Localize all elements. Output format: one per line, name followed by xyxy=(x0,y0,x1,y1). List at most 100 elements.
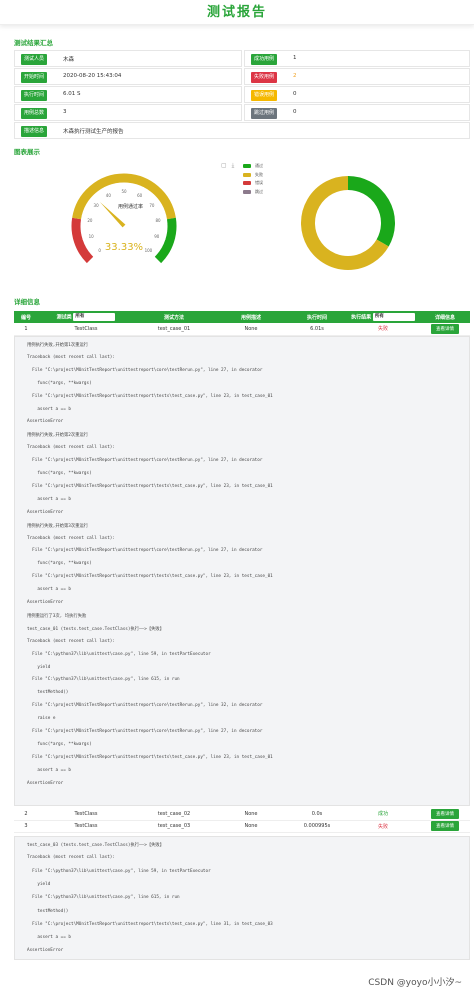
legend-item[interactable]: 错误 xyxy=(243,179,263,188)
log-line: test_case_03 (tests.test_case.TestClass)… xyxy=(27,843,165,848)
log-line: assert a == b xyxy=(27,496,71,502)
result-filter-select[interactable]: 所有 xyxy=(372,313,415,321)
col-result-label: 执行结果 xyxy=(351,314,372,321)
gauge-tick xyxy=(91,197,94,200)
gauge-tick xyxy=(88,200,94,204)
tester-value: 木森 xyxy=(63,57,75,63)
gauge-title: 用例通过率 xyxy=(118,203,143,210)
class-filter-select[interactable]: 所有 xyxy=(73,313,116,321)
view-details-button[interactable]: 查看详情 xyxy=(431,808,459,819)
skip-row: 跳过用例 0 xyxy=(244,104,470,121)
col-desc: 用例描述 xyxy=(214,311,288,323)
tester-label: 测试人员 xyxy=(21,54,48,65)
gauge-tick-label: 40 xyxy=(106,193,112,198)
log-line: File "C:\project\MUnitTestReport\unittes… xyxy=(27,393,273,399)
gauge-tick xyxy=(159,245,163,248)
gauge-tick xyxy=(83,211,86,213)
gauge-tick-label: 20 xyxy=(87,218,93,223)
gauge-tick xyxy=(107,185,110,188)
row-result: 成功 xyxy=(346,808,420,821)
gauge-tick xyxy=(161,207,164,209)
log-line: testMethod() xyxy=(27,908,69,914)
gauge-tick xyxy=(94,194,97,197)
col-method: 测试方法 xyxy=(134,311,214,323)
view-details-button[interactable]: 查看详情 xyxy=(431,323,459,334)
skip-value: 0 xyxy=(293,109,297,115)
donut-slice-通过[interactable] xyxy=(347,176,395,247)
gauge-tick xyxy=(80,218,87,221)
skip-label: 跳过用例 xyxy=(251,108,278,119)
legend-item[interactable]: 失败 xyxy=(243,171,263,180)
log-line: Traceback (most recent call last): xyxy=(27,354,115,360)
log-line: File "C:\python37\lib\unittest\case.py",… xyxy=(27,895,180,901)
row-no: 3 xyxy=(14,820,38,833)
gauge-tick xyxy=(163,234,167,236)
row-desc: None xyxy=(214,820,288,833)
row-time: 6.01s xyxy=(288,323,346,336)
restore-icon[interactable]: ▢ xyxy=(221,162,227,169)
gauge-tick xyxy=(163,214,167,216)
log-line: AssertionError xyxy=(27,780,64,786)
log-line: yield xyxy=(27,881,51,887)
report-header: 测试报告 xyxy=(0,0,474,25)
row-time: 0.000995s xyxy=(288,820,346,833)
fail-value: 2 xyxy=(293,73,297,79)
row-class: TestClass xyxy=(38,323,134,336)
download-icon[interactable]: ⤓ xyxy=(232,162,235,169)
row-result: 失败 xyxy=(346,820,420,833)
log-line: yield xyxy=(27,664,51,670)
gauge-tick xyxy=(162,211,165,213)
log-line: 用例执行失败,开始第1次重运行 xyxy=(27,343,89,348)
chart-toolbox: ▢ ⤓ xyxy=(221,162,234,170)
log-line: File "C:\python37\lib\unittest\case.py",… xyxy=(27,677,180,683)
gauge-tick xyxy=(92,252,98,258)
gauge-tick xyxy=(161,218,168,221)
log-line: raise e xyxy=(27,716,56,722)
fail-row: 失败用例 2 xyxy=(244,68,470,85)
gauge-tick-label: 70 xyxy=(149,203,155,208)
gauge-tick xyxy=(90,251,93,254)
log-line: Traceback (most recent call last): xyxy=(27,638,115,644)
start-time-value: 2020-08-20 15:43:04 xyxy=(63,73,122,79)
log-line: File "C:\project\MUnitTestReport\unittes… xyxy=(27,483,273,489)
view-details-button[interactable]: 查看详情 xyxy=(431,821,459,831)
detail-table-continued: 2 TestClass test_case_02 None 0.0s 成功 查看… xyxy=(14,808,470,833)
success-value: 1 xyxy=(293,55,297,61)
log-line: AssertionError xyxy=(27,948,64,954)
duration-label: 执行时间 xyxy=(21,90,48,101)
col-no: 编号 xyxy=(14,311,38,323)
log-line: File "C:\python37\lib\unittest\case.py",… xyxy=(27,868,211,874)
col-action: 详细信息 xyxy=(420,311,470,323)
gauge-tick xyxy=(86,203,89,206)
legend-item[interactable]: 通过 xyxy=(243,162,263,171)
fail-label: 失败用例 xyxy=(251,72,278,83)
row-class: TestClass xyxy=(38,808,134,821)
log-line: func(*args, **kwargs) xyxy=(27,741,92,747)
error-label: 错误用例 xyxy=(251,90,278,101)
detail-section-title: 详细信息 xyxy=(14,298,40,306)
chart-legend: 通过 失败 错误 跳过 xyxy=(243,162,263,196)
detail-table: 编号 测试类 所有 测试方法 用例描述 执行时间 执行结果 所有 详细信息 1 … xyxy=(14,311,470,336)
log-line: assert a == b xyxy=(27,767,71,773)
gauge-tick xyxy=(155,251,158,254)
legend-swatch xyxy=(243,189,251,194)
row-action-cell: 查看详情 xyxy=(420,808,470,821)
legend-swatch xyxy=(243,172,251,177)
gauge-tick xyxy=(135,184,137,187)
legend-item[interactable]: 跳过 xyxy=(243,188,263,197)
gauge-tick xyxy=(150,252,156,258)
row-method: test_case_02 xyxy=(134,808,214,821)
success-row: 成功用例 1 xyxy=(244,50,470,67)
log-line: AssertionError xyxy=(27,600,64,605)
log-line: 用例执行失败,开始第2次重运行 xyxy=(27,433,89,439)
row-class: TestClass xyxy=(38,820,134,833)
gauge-tick xyxy=(154,200,160,204)
page-title: 测试报告 xyxy=(206,5,267,20)
log-line: assert a == b xyxy=(27,935,71,941)
row3-log-panel: test_case_03 (tests.test_case.TestClass)… xyxy=(14,836,470,960)
success-label: 成功用例 xyxy=(251,54,278,65)
row-method: test_case_01 xyxy=(134,323,214,336)
log-line: File "C:\python37\lib\unittest\case.py",… xyxy=(27,651,211,657)
log-line: File "C:\project\MUnitTestReport\unittes… xyxy=(27,729,263,734)
cases-label: 用例总数 xyxy=(21,108,48,119)
